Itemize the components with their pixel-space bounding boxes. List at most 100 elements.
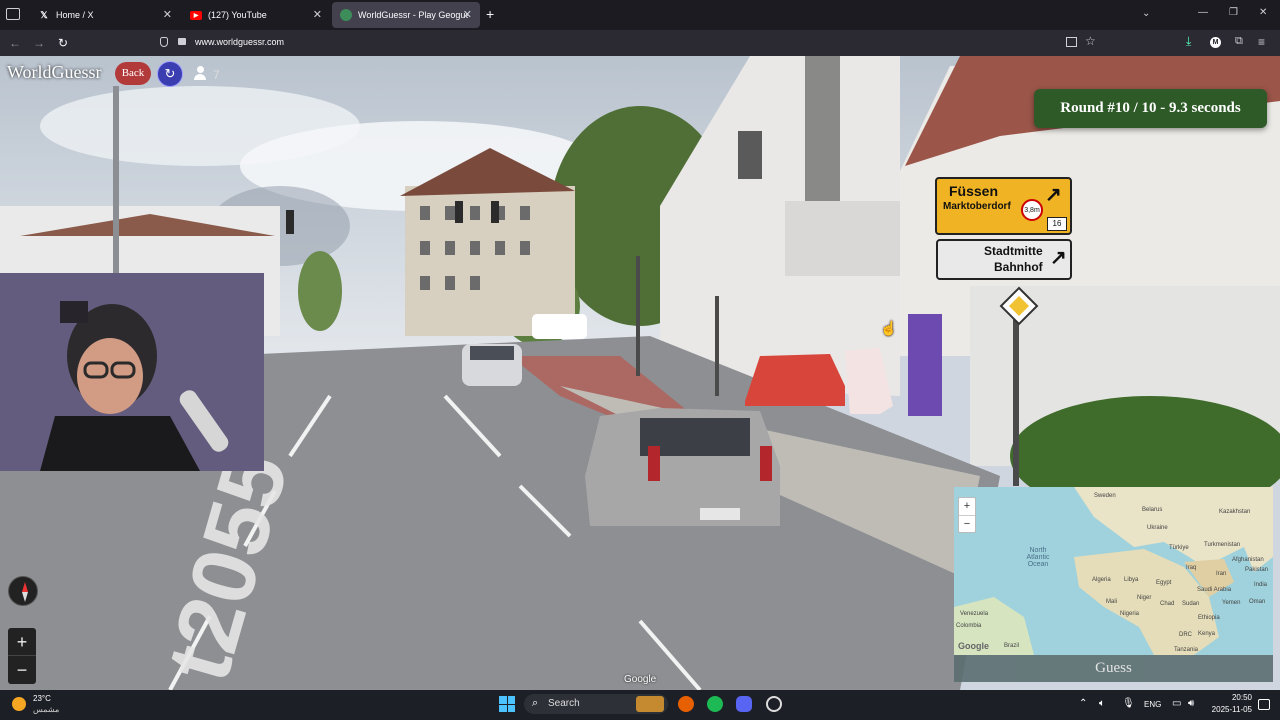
refresh-icon[interactable]: ↻	[157, 61, 183, 87]
notifications-icon[interactable]	[1258, 699, 1270, 710]
close-tab-icon[interactable]: ✕	[163, 8, 172, 21]
weather-description[interactable]: مشمس	[33, 705, 59, 714]
back-button[interactable]: Back	[115, 62, 151, 85]
direction-sign-fuessen: Füssen Marktoberdorf 3,8m ↗ 16	[935, 177, 1072, 235]
account-avatar-icon[interactable]: M	[1210, 37, 1221, 48]
guess-minimap[interactable]: North Atlantic Ocean Sweden Belarus Kaza…	[954, 487, 1273, 655]
minimap-google-logo: Google	[958, 641, 989, 651]
players-count: 7	[213, 68, 220, 82]
app-icon[interactable]	[766, 696, 782, 712]
round-banner-text: Round #10 / 10 - 9.3 seconds	[1060, 100, 1241, 116]
youtube-icon: ▶	[190, 10, 202, 20]
clock-date[interactable]: 2025-11-05	[1206, 705, 1252, 714]
map-label: Iran	[1216, 571, 1227, 577]
map-label: Afghanistan	[1232, 557, 1264, 563]
map-label: Ethiopia	[1198, 615, 1220, 621]
guess-button[interactable]: Guess	[954, 655, 1273, 682]
weather-sun-icon[interactable]	[12, 697, 26, 711]
reload-icon[interactable]: ↻	[54, 34, 72, 52]
map-label: Mali	[1106, 599, 1118, 605]
close-tab-icon[interactable]: ✕	[463, 8, 472, 21]
map-label: Belarus	[1142, 507, 1163, 513]
map-label: Saudi Arabia	[1197, 587, 1232, 593]
lock-icon[interactable]	[178, 38, 186, 45]
search-icon: ⌕	[532, 697, 539, 709]
map-label: Niger	[1137, 595, 1152, 601]
street-view-panorama[interactable]: t2055 Füssen Marktoberdorf 3,8m ↗ 16 Sta…	[0, 56, 1280, 690]
reader-view-icon[interactable]	[1066, 37, 1077, 47]
discord-icon[interactable]	[736, 696, 752, 712]
maximize-button[interactable]: ❐	[1229, 7, 1238, 18]
tab-list-chevron-icon[interactable]: ⌄	[1142, 8, 1150, 19]
tab-title: Home / X	[56, 10, 94, 20]
map-label: Colombia	[956, 623, 982, 629]
minimap-zoom-controls: + −	[958, 497, 976, 533]
back-arrow-icon[interactable]: ←	[6, 34, 24, 52]
game-logo[interactable]: WorldGuessr	[7, 62, 102, 83]
compass-icon[interactable]	[8, 576, 38, 606]
address-bar[interactable]	[152, 32, 1108, 54]
tab-overview-icon[interactable]	[6, 8, 20, 20]
url-text[interactable]: www.worldguessr.com	[195, 37, 284, 47]
downloads-icon[interactable]: ⤓	[1186, 34, 1191, 49]
map-label: Oman	[1249, 599, 1266, 605]
map-label: India	[1254, 582, 1268, 588]
map-label: Tanzania	[1174, 647, 1199, 653]
tab-home-x[interactable]: 𝕏 Home / X ✕	[30, 2, 180, 28]
sign-line-1: Füssen	[949, 183, 999, 199]
close-window-button[interactable]: ✕	[1259, 7, 1267, 18]
arrow-up-right-icon: ↗	[1045, 184, 1062, 206]
close-tab-icon[interactable]: ✕	[313, 8, 322, 21]
sign-line-2: Marktoberdorf	[943, 201, 1011, 212]
map-label: Ukraine	[1147, 525, 1168, 531]
zoom-out-button[interactable]: −	[8, 656, 36, 684]
spotify-icon[interactable]	[707, 696, 723, 712]
language-indicator[interactable]: ENG	[1144, 700, 1161, 709]
arrow-up-right-icon: ↗	[1050, 247, 1067, 269]
round-banner: Round #10 / 10 - 9.3 seconds	[1034, 89, 1267, 128]
forward-arrow-icon[interactable]: →	[30, 34, 48, 52]
search-label: Search	[548, 698, 580, 709]
browser-tab-bar: 𝕏 Home / X ✕ ▶ (127) YouTube ✕ WorldGues…	[0, 0, 1280, 30]
map-label: Brazil	[1004, 643, 1020, 649]
map-label: Iraq	[1186, 565, 1197, 571]
search-highlight-icon	[636, 696, 664, 712]
minimize-button[interactable]: —	[1198, 7, 1208, 18]
microphone-icon[interactable]: 🎙︎	[1122, 698, 1135, 709]
route-number: 16	[1047, 217, 1067, 231]
tray-chevron-icon[interactable]: ⌃	[1079, 698, 1087, 709]
map-label: DRC	[1179, 632, 1192, 638]
shield-icon[interactable]	[160, 37, 168, 47]
zoom-in-button[interactable]: +	[8, 628, 36, 656]
speaker-icon[interactable]: 🔈︎	[1099, 698, 1105, 709]
x-logo-icon: 𝕏	[40, 9, 48, 20]
players-icon	[194, 66, 206, 80]
menu-icon[interactable]: ≡	[1258, 35, 1265, 49]
map-label: Kazakhstan	[1219, 509, 1251, 515]
ocean-label: North Atlantic Ocean	[1026, 547, 1050, 568]
map-label: Turkmenistan	[1204, 542, 1241, 548]
map-label: Egypt	[1156, 580, 1172, 586]
bookmark-star-icon[interactable]: ☆	[1085, 34, 1096, 48]
street-zoom-controls: + −	[8, 628, 36, 684]
sign-line-1: Stadtmitte	[984, 244, 1043, 258]
globe-icon	[340, 9, 352, 21]
volume-icon[interactable]: 🔊︎	[1188, 698, 1194, 709]
weather-temp[interactable]: 23°C	[33, 694, 51, 703]
tab-title: WorldGuessr - Play Geoguessr f	[358, 10, 468, 20]
minimap-zoom-in-button[interactable]: +	[959, 498, 975, 516]
map-label: Libya	[1124, 577, 1139, 583]
map-label: Türkiye	[1169, 545, 1189, 551]
new-tab-button[interactable]: +	[486, 6, 494, 22]
minimap-zoom-out-button[interactable]: −	[959, 516, 975, 533]
network-icon[interactable]: ▭	[1172, 698, 1181, 709]
clock-time[interactable]: 20:50	[1212, 693, 1252, 702]
tab-youtube[interactable]: ▶ (127) YouTube ✕	[182, 2, 330, 28]
firefox-icon[interactable]	[678, 696, 694, 712]
extensions-icon[interactable]: ⧉	[1235, 35, 1243, 48]
height-limit-badge: 3,8m	[1021, 199, 1043, 221]
taskbar-search-box[interactable]: ⌕ Search	[524, 694, 668, 714]
tab-worldguessr[interactable]: WorldGuessr - Play Geoguessr f ✕	[332, 2, 480, 28]
start-windows-icon[interactable]	[499, 696, 515, 712]
map-label: Nigeria	[1120, 611, 1140, 617]
